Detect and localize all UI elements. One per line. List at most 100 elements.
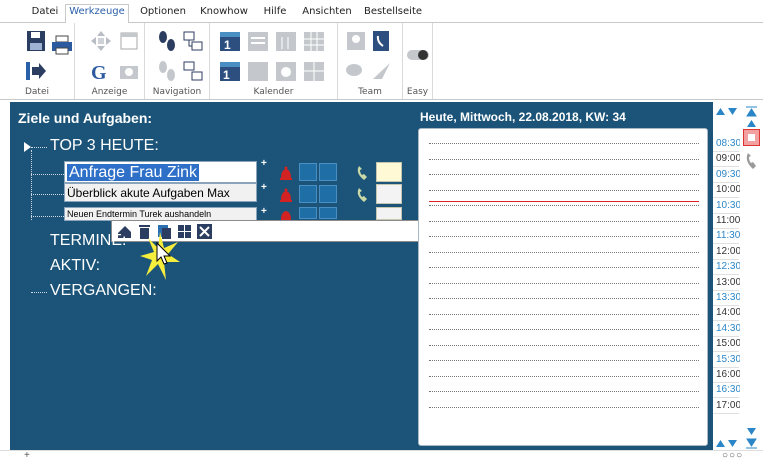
time-label: 16:30 xyxy=(716,384,742,396)
camera-icon[interactable] xyxy=(117,59,141,83)
note-box[interactable] xyxy=(376,184,402,204)
add-task-button[interactable]: + xyxy=(261,158,267,169)
tab-hilfe[interactable]: Hilfe xyxy=(260,5,290,22)
contact-icon[interactable] xyxy=(344,29,368,53)
calendar-image-icon[interactable] xyxy=(246,59,270,83)
exit-icon[interactable] xyxy=(24,59,48,83)
time-gridline xyxy=(713,181,739,183)
group-datei: Datei xyxy=(0,23,75,99)
time-label: 14:00 xyxy=(716,307,742,319)
task-text-3: Neuen Endtermin Turek aushandeln xyxy=(67,209,212,219)
scroll-top-icon[interactable] xyxy=(746,104,757,117)
window-icon[interactable] xyxy=(117,29,141,53)
footsteps-icon[interactable] xyxy=(155,29,179,53)
time-gridline xyxy=(713,274,739,276)
group-kalender: 1 1 Kalender xyxy=(210,23,338,99)
phone-icon[interactable] xyxy=(744,152,758,170)
schedule-slot-line xyxy=(429,375,699,377)
scroll-down-icon[interactable] xyxy=(727,104,738,115)
task-input-2[interactable]: Überblick akute Aufgaben Max xyxy=(64,183,257,202)
more-dots[interactable]: ○○○ xyxy=(722,450,743,461)
scroll-up-icon[interactable] xyxy=(715,436,726,447)
flow-back-icon[interactable] xyxy=(181,59,205,83)
scroll-up-icon[interactable] xyxy=(715,104,726,115)
calendar-day-icon[interactable]: 1 xyxy=(218,29,242,53)
alarm-bell-icon[interactable] xyxy=(278,165,294,181)
goals-panel: Ziele und Aufgaben: TOP 3 HEUTE: Anfrage… xyxy=(10,102,713,450)
flow-forward-icon[interactable] xyxy=(181,29,205,53)
note-box[interactable] xyxy=(376,207,402,220)
priority-box[interactable] xyxy=(319,185,337,203)
group-label-anzeige: Anzeige xyxy=(91,87,128,97)
tab-bestellseite[interactable]: Bestellseite xyxy=(362,5,424,22)
time-label: 12:00 xyxy=(716,245,742,257)
alarm-bell-icon[interactable] xyxy=(278,187,294,203)
group-label-easy: Easy xyxy=(406,87,429,97)
send-icon[interactable] xyxy=(370,59,394,83)
phone-icon[interactable] xyxy=(355,187,369,203)
priority-box[interactable] xyxy=(319,163,337,181)
calendar-month-icon[interactable] xyxy=(302,29,326,53)
time-label: 15:00 xyxy=(716,338,742,350)
group-label-kalender: Kalender xyxy=(253,87,294,97)
google-icon[interactable]: G xyxy=(89,59,113,83)
toggle-icon[interactable] xyxy=(406,43,430,67)
scroll-down-icon[interactable] xyxy=(746,424,757,435)
tab-datei[interactable]: Datei xyxy=(28,5,62,22)
calendar-pattern-icon[interactable] xyxy=(274,59,298,83)
expand-arrow-icon[interactable] xyxy=(24,142,31,152)
priority-box[interactable] xyxy=(299,185,317,203)
add-button[interactable]: + xyxy=(24,450,30,461)
phone-book-icon[interactable] xyxy=(370,29,394,53)
calendar-today-icon[interactable]: 1 xyxy=(218,59,242,83)
time-label: 09:30 xyxy=(716,168,742,180)
time-gridline xyxy=(713,305,739,306)
time-label: 12:30 xyxy=(716,261,742,273)
tree-connector-vertical xyxy=(31,150,32,220)
scroll-down-icon[interactable] xyxy=(727,436,738,447)
schedule-slot-line xyxy=(429,344,699,346)
add-task-button[interactable]: + xyxy=(261,206,267,217)
calendar-week-icon[interactable] xyxy=(274,29,298,53)
schedule-slot-line xyxy=(429,174,699,175)
time-gridline xyxy=(713,412,739,414)
group-label-datei: Datei xyxy=(24,87,49,97)
task-input-3[interactable]: Neuen Endtermin Turek aushandeln xyxy=(64,207,257,221)
time-gridline xyxy=(713,320,739,322)
stop-button[interactable] xyxy=(743,129,760,146)
menu-bar: Datei Werkzeuge Optionen Knowhow Hilfe A… xyxy=(0,0,763,23)
priority-box[interactable] xyxy=(319,207,337,219)
tab-optionen[interactable]: Optionen xyxy=(138,5,188,22)
scroll-up-icon[interactable] xyxy=(746,116,757,127)
priority-box[interactable] xyxy=(299,207,317,219)
calendar-list-icon[interactable] xyxy=(246,29,270,53)
group-anzeige: G Anzeige xyxy=(75,23,145,99)
schedule-slot-line xyxy=(429,220,699,222)
tab-werkzeuge[interactable]: Werkzeuge xyxy=(65,4,129,23)
mouse-cursor-icon xyxy=(156,241,172,266)
aktiv-heading: AKTIV: xyxy=(50,257,101,274)
chat-icon[interactable] xyxy=(344,59,368,83)
tab-ansichten[interactable]: Ansichten xyxy=(300,5,354,22)
save-icon[interactable] xyxy=(24,29,48,53)
calendar-year-icon[interactable] xyxy=(302,59,326,83)
schedule-slot-line xyxy=(429,391,699,392)
scroll-bottom-icon[interactable] xyxy=(746,436,757,449)
note-box[interactable] xyxy=(376,162,402,182)
schedule-slot-line xyxy=(429,143,699,144)
schedule-slot-line xyxy=(429,236,699,237)
day-schedule[interactable] xyxy=(418,128,708,446)
footsteps-back-icon[interactable] xyxy=(155,59,179,83)
task-input-1[interactable]: Anfrage Frau Zink xyxy=(64,161,257,183)
priority-box[interactable] xyxy=(299,163,317,181)
time-label: 13:30 xyxy=(716,292,742,303)
svg-text:G: G xyxy=(91,62,107,83)
phone-icon[interactable] xyxy=(355,165,369,181)
print-icon[interactable] xyxy=(50,33,74,57)
group-easy: Easy xyxy=(403,23,433,99)
tab-knowhow[interactable]: Knowhow xyxy=(198,5,250,22)
move-arrows-icon[interactable] xyxy=(89,29,113,53)
current-time-line xyxy=(429,201,699,202)
close-icon[interactable] xyxy=(196,223,213,240)
add-task-button[interactable]: + xyxy=(261,182,267,193)
